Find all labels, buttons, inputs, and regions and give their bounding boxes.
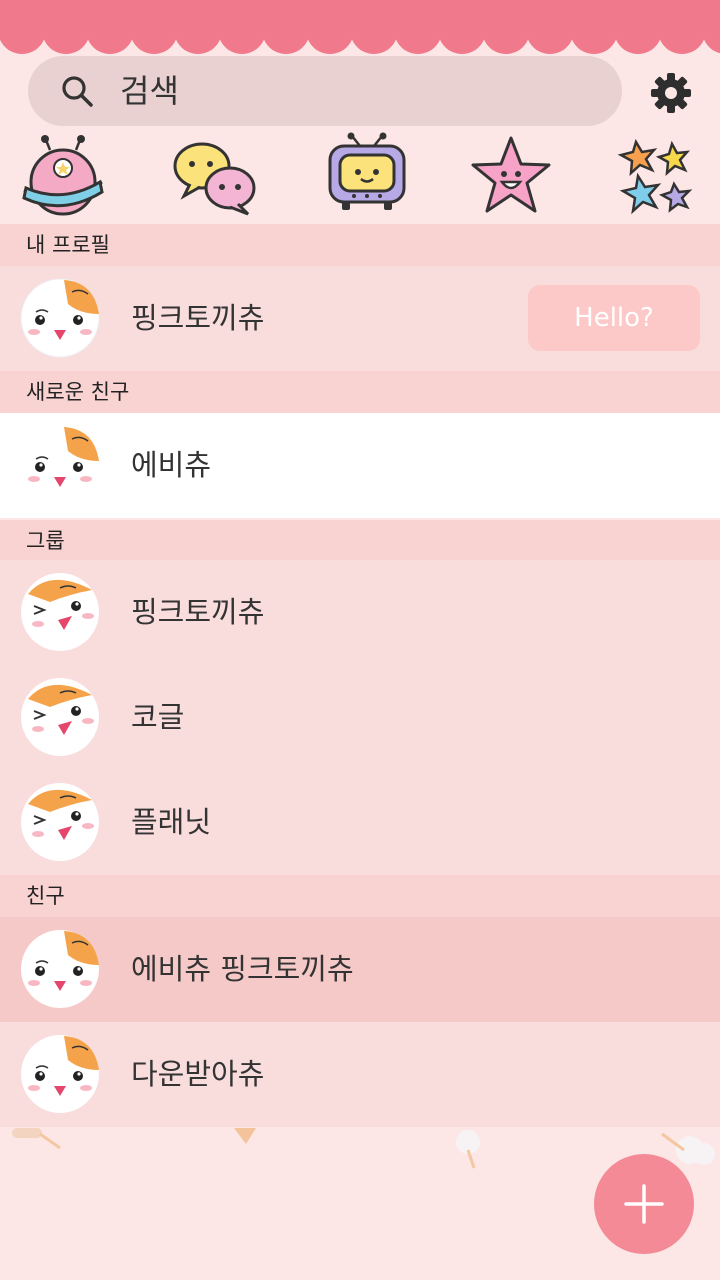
status-message-button[interactable]: Hello?: [528, 285, 700, 351]
avatar: [21, 426, 99, 504]
chat-bubbles-icon[interactable]: [170, 132, 260, 222]
section-header-groups: 그룹: [0, 520, 720, 562]
section-title: 새로운 친구: [26, 380, 130, 404]
my-profile-row[interactable]: 핑크토끼츄 Hello?: [0, 266, 720, 371]
search-label: 검색: [120, 72, 179, 110]
section-header-my-profile: 내 프로필: [0, 224, 720, 266]
avatar: [21, 1035, 99, 1113]
section-header-friends: 친구: [0, 875, 720, 917]
list-item[interactable]: 에비츄: [0, 413, 720, 518]
carrot-decoration-icon: [234, 1128, 256, 1144]
friends-screen: 검색 내 프로필 핑크토끼츄 Hello? 새로운 친구 에비츄 그룹 핑크토끼…: [0, 0, 720, 1280]
avatar: [20, 278, 100, 358]
flowers-icon[interactable]: [616, 132, 706, 222]
search-bar[interactable]: 검색: [28, 56, 622, 126]
group-name: 코글: [131, 700, 185, 734]
search-icon: [62, 76, 93, 107]
cotton-candy-decoration-icon: [456, 1130, 480, 1169]
section-title: 그룹: [26, 529, 65, 553]
planet-icon[interactable]: [18, 132, 108, 222]
group-name: 플래닛: [131, 805, 212, 839]
avatar: [21, 573, 99, 651]
avatar: [21, 783, 99, 861]
section-header-new-friends: 새로운 친구: [0, 371, 720, 413]
group-name: 핑크토끼츄: [131, 595, 265, 629]
list-item[interactable]: 코글: [0, 665, 720, 770]
candy-decoration-icon: [12, 1128, 61, 1150]
avatar: [21, 678, 99, 756]
profile-name: 핑크토끼츄: [131, 301, 265, 335]
add-friend-button[interactable]: [594, 1154, 694, 1254]
avatar: [21, 930, 99, 1008]
list-item[interactable]: 핑크토끼츄: [0, 560, 720, 665]
list-item[interactable]: 플래닛: [0, 770, 720, 875]
section-title: 친구: [26, 884, 65, 908]
list-item[interactable]: 에비츄 핑크토끼츄: [0, 917, 720, 1022]
section-title: 내 프로필: [26, 233, 110, 257]
top-banner: [0, 0, 720, 54]
friend-name: 에비츄: [131, 448, 212, 482]
friend-name: 에비츄 핑크토끼츄: [131, 952, 354, 986]
tv-icon[interactable]: [322, 132, 412, 222]
gear-icon[interactable]: [650, 72, 692, 114]
friend-name: 다운받아츄: [131, 1057, 265, 1091]
plus-icon: [624, 1184, 664, 1224]
list-item[interactable]: 다운받아츄: [0, 1022, 720, 1127]
star-icon[interactable]: [466, 132, 556, 222]
